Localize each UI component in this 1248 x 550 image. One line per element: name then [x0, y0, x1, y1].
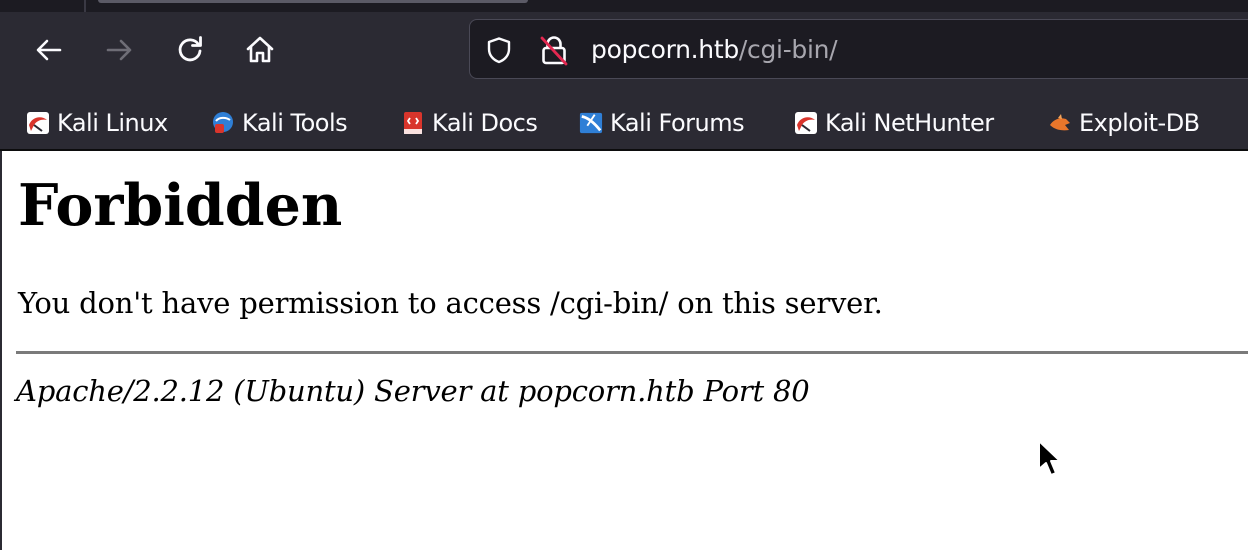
bookmark-label: Kali Docs [432, 109, 538, 137]
bookmark-kali-linux[interactable]: Kali Linux [26, 106, 168, 140]
bookmark-label: Exploit-DB [1079, 109, 1200, 137]
bookmark-exploit-db[interactable]: Exploit-DB [1048, 106, 1200, 140]
error-message: You don't have permission to access /cgi… [18, 286, 883, 320]
bookmark-label: Kali NetHunter [825, 109, 994, 137]
bookmark-label: Kali Tools [242, 109, 348, 137]
divider [16, 351, 1248, 354]
mouse-cursor-icon [1038, 440, 1061, 476]
back-arrow-icon [36, 39, 62, 61]
shield-icon[interactable] [485, 36, 513, 64]
forward-arrow-icon [106, 39, 132, 61]
kali-docs-icon [401, 111, 425, 135]
kali-nethunter-icon [794, 111, 818, 135]
kali-tools-icon [211, 111, 235, 135]
navigation-toolbar: popcorn.htb/cgi-bin/ [0, 12, 1248, 96]
home-button[interactable] [240, 30, 280, 70]
url-bar[interactable]: popcorn.htb/cgi-bin/ [469, 19, 1248, 79]
reload-button[interactable] [170, 30, 210, 70]
tab-strip [0, 0, 1248, 12]
tab-separator [84, 0, 86, 12]
bookmark-kali-docs[interactable]: Kali Docs [401, 106, 538, 140]
back-button[interactable] [29, 30, 69, 70]
active-tab[interactable] [98, 0, 528, 3]
forward-button[interactable] [99, 30, 139, 70]
page-title: Forbidden [18, 172, 343, 239]
url-path: /cgi-bin/ [738, 35, 838, 64]
window-border [0, 151, 2, 550]
bookmark-kali-tools[interactable]: Kali Tools [211, 106, 348, 140]
kali-forums-icon [579, 111, 603, 135]
kali-dragon-icon [26, 111, 50, 135]
reload-icon [178, 36, 202, 62]
home-icon [246, 36, 274, 63]
server-signature: Apache/2.2.12 (Ubuntu) Server at popcorn… [16, 374, 810, 408]
insecure-lock-icon[interactable] [539, 34, 569, 66]
bookmarks-toolbar: Kali Linux Kali Tools Kali Docs Kali For… [0, 96, 1248, 151]
url-host: popcorn.htb [591, 35, 739, 64]
page-content: Forbidden You don't have permission to a… [0, 151, 1248, 550]
bookmark-label: Kali Linux [57, 109, 168, 137]
exploit-db-icon [1048, 111, 1072, 135]
url-text[interactable]: popcorn.htb/cgi-bin/ [591, 34, 838, 66]
bookmark-kali-forums[interactable]: Kali Forums [579, 106, 745, 140]
bookmark-label: Kali Forums [610, 109, 745, 137]
bookmark-kali-nethunter[interactable]: Kali NetHunter [794, 106, 994, 140]
